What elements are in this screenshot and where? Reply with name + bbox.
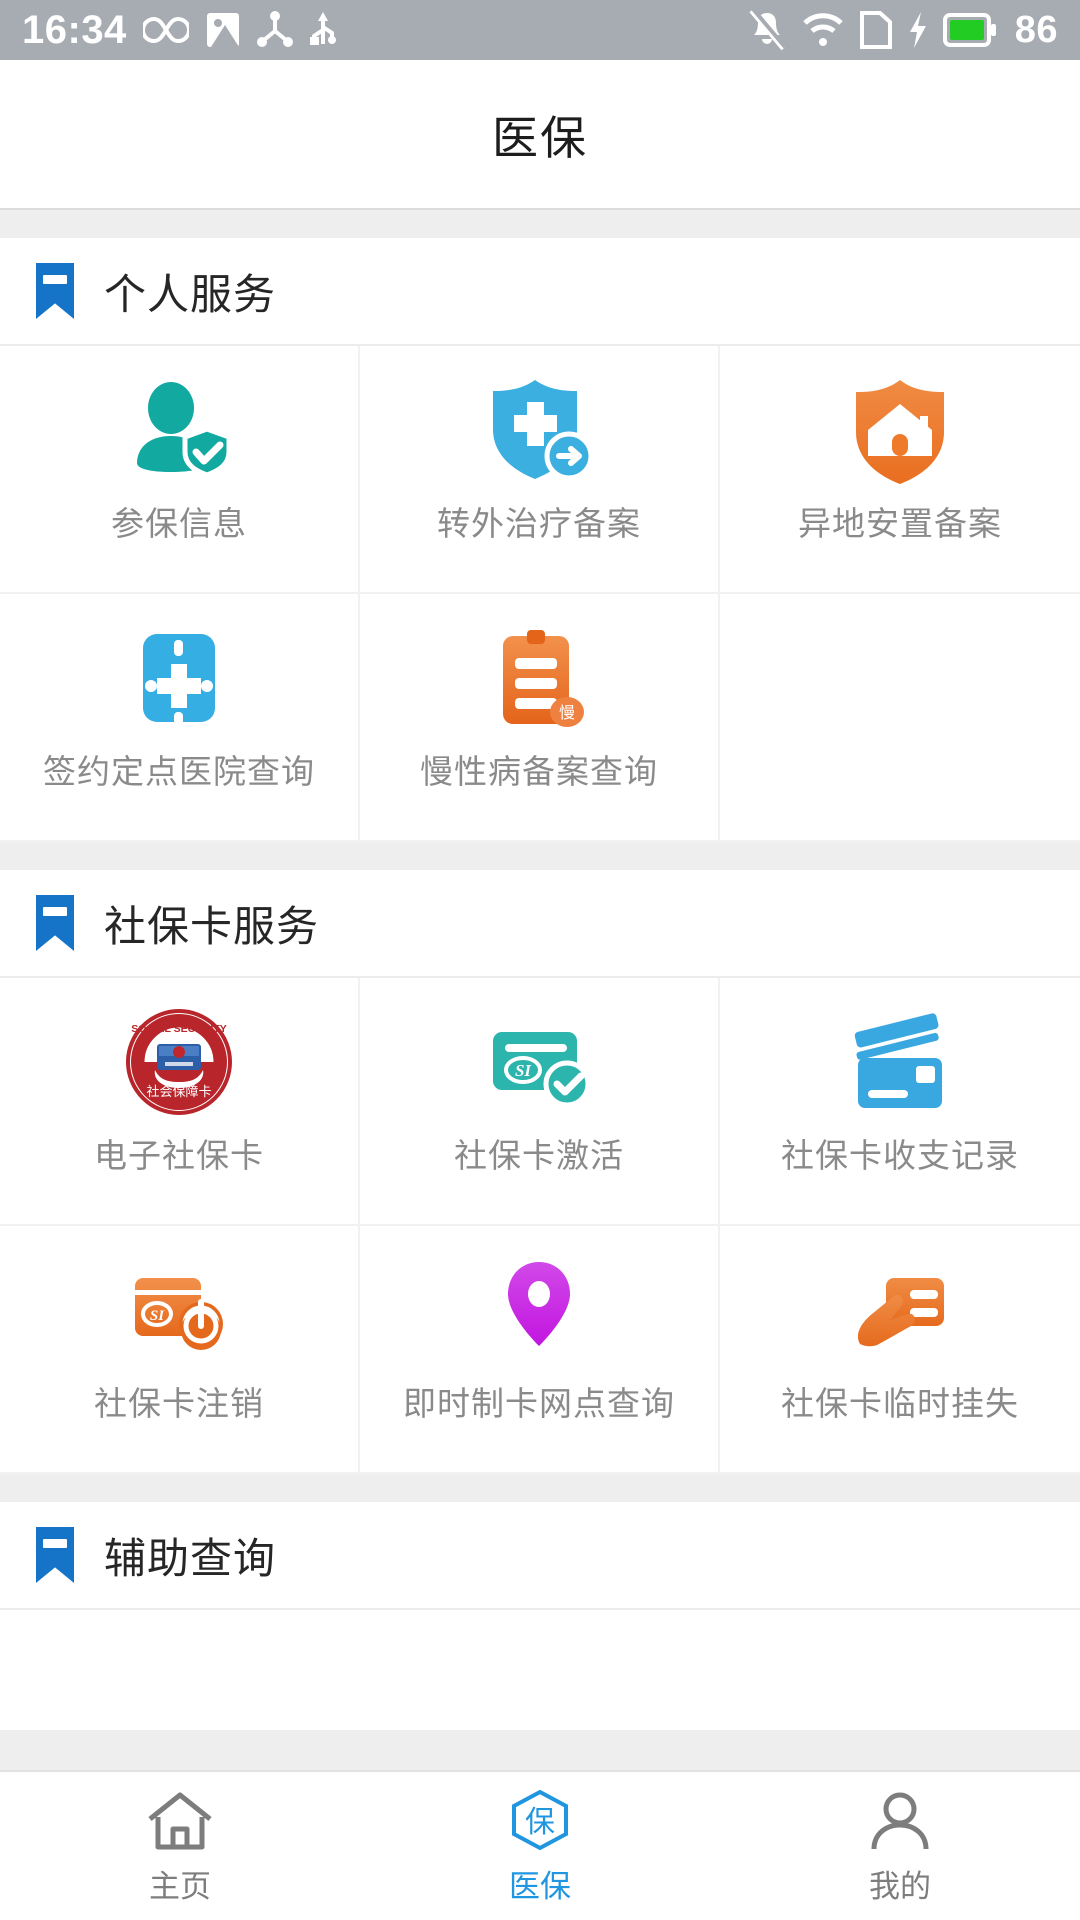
bell-muted-icon bbox=[747, 9, 787, 51]
charging-bolt-icon bbox=[907, 10, 929, 50]
grid-item-label: 转外治疗备案 bbox=[436, 505, 641, 542]
grid-item-label: 电子社保卡 bbox=[93, 1137, 264, 1174]
page-title: 医保 bbox=[492, 112, 588, 164]
infinity-icon bbox=[142, 13, 189, 47]
nav-item-label: 医保 bbox=[509, 1868, 571, 1904]
grid-item-chronic-disease-filing-query[interactable]: 慢 慢性病备案查询 bbox=[359, 594, 720, 842]
usb-icon bbox=[309, 10, 337, 50]
sd-card-icon bbox=[859, 10, 893, 50]
person-shield-check-icon bbox=[121, 372, 237, 488]
hand-hold-card-icon bbox=[842, 1252, 958, 1368]
nav-item-home[interactable]: 主页 bbox=[0, 1787, 360, 1906]
chronic-badge-text: 慢 bbox=[559, 703, 575, 722]
shield-house-icon bbox=[842, 372, 958, 488]
nav-item-label: 我的 bbox=[869, 1868, 931, 1904]
grid-auxiliary-query bbox=[0, 1610, 1080, 1730]
status-bar: 16:34 86 bbox=[0, 0, 1080, 60]
grid-personal-services: 参保信息 转外治疗备案 异地安置备案 签约定点医院查询 慢 慢性病备案查询 bbox=[0, 346, 1080, 842]
status-bar-right: 86 bbox=[747, 9, 1058, 52]
section-title: 个人服务 bbox=[104, 270, 277, 318]
social-security-card-emblem-icon: SOCIAL SECURITY 社会保障卡 bbox=[121, 1004, 237, 1120]
nav-item-label: 主页 bbox=[149, 1868, 211, 1904]
status-bar-left: 16:34 bbox=[22, 8, 337, 53]
section-divider bbox=[0, 842, 1080, 870]
grid-item-label: 社保卡临时挂失 bbox=[780, 1385, 1019, 1422]
hexagon-bao-glyph: 保 bbox=[525, 1805, 555, 1840]
grid-item-instant-card-branch-query[interactable]: 即时制卡网点查询 bbox=[359, 1226, 720, 1474]
image-icon bbox=[205, 11, 241, 49]
grid-item-relocation-filing[interactable]: 异地安置备案 bbox=[719, 346, 1080, 594]
grid-item-label: 签约定点医院查询 bbox=[42, 753, 315, 790]
wifi-icon bbox=[801, 12, 845, 48]
grid-item-empty bbox=[719, 594, 1080, 842]
home-icon bbox=[144, 1787, 216, 1855]
grid-item-ss-card-temp-loss-report[interactable]: 社保卡临时挂失 bbox=[719, 1226, 1080, 1474]
emblem-top-text: SOCIAL SECURITY bbox=[131, 1023, 226, 1035]
grid-item-label: 参保信息 bbox=[110, 505, 247, 542]
person-icon bbox=[864, 1787, 936, 1855]
card-power-off-icon: SI bbox=[121, 1252, 237, 1368]
card-logo-text: SI bbox=[515, 1061, 532, 1080]
grid-item-electronic-ss-card[interactable]: SOCIAL SECURITY 社会保障卡 电子社保卡 bbox=[0, 978, 360, 1226]
title-bar: 医保 bbox=[0, 60, 1080, 210]
cards-stack-icon bbox=[842, 1004, 958, 1120]
page-scroll-area[interactable]: 个人服务 参保信息 转外治疗备案 异地安置备案 签约定点医院查询 慢 慢性病备案… bbox=[0, 210, 1080, 1770]
grid-item-ss-card-transactions[interactable]: 社保卡收支记录 bbox=[719, 978, 1080, 1226]
grid-ss-card-services: SOCIAL SECURITY 社会保障卡 电子社保卡 SI 社保卡激活 社保卡… bbox=[0, 978, 1080, 1474]
hexagon-bao-icon: 保 bbox=[504, 1787, 576, 1855]
grid-item-label: 社保卡收支记录 bbox=[780, 1137, 1019, 1174]
map-pin-icon bbox=[481, 1252, 597, 1368]
section-title: 辅助查询 bbox=[104, 1534, 277, 1582]
nav-item-profile[interactable]: 我的 bbox=[720, 1787, 1080, 1906]
grid-item-label: 慢性病备案查询 bbox=[419, 753, 658, 790]
ribbon-bookmark-icon bbox=[36, 263, 74, 319]
section-header-ss-card-services: 社保卡服务 bbox=[0, 870, 1080, 978]
grid-item-label: 即时制卡网点查询 bbox=[402, 1385, 675, 1422]
nav-item-medical-insurance[interactable]: 保 医保 bbox=[360, 1787, 720, 1906]
battery-icon bbox=[942, 12, 997, 48]
section-divider bbox=[0, 1474, 1080, 1502]
hospital-cross-card-icon bbox=[121, 620, 237, 736]
emblem-bottom-text: 社会保障卡 bbox=[146, 1084, 211, 1100]
ribbon-bookmark-icon bbox=[36, 895, 74, 951]
card-logo-text: SI bbox=[150, 1308, 165, 1324]
section-header-personal-services: 个人服务 bbox=[0, 238, 1080, 346]
grid-item-ss-card-activation[interactable]: SI 社保卡激活 bbox=[359, 978, 720, 1226]
battery-percent: 86 bbox=[1014, 8, 1058, 51]
card-si-check-icon: SI bbox=[481, 1004, 597, 1120]
section-title: 社保卡服务 bbox=[104, 902, 320, 950]
grid-item-insurance-info[interactable]: 参保信息 bbox=[0, 346, 360, 594]
grid-item-external-treatment-filing[interactable]: 转外治疗备案 bbox=[359, 346, 720, 594]
grid-item-designated-hospital-query[interactable]: 签约定点医院查询 bbox=[0, 594, 360, 842]
share-nodes-icon bbox=[256, 11, 293, 49]
grid-item-label: 社保卡注销 bbox=[93, 1385, 264, 1422]
bottom-navigation-bar: 主页 保 医保 我的 bbox=[0, 1770, 1080, 1920]
grid-item-ss-card-cancellation[interactable]: SI 社保卡注销 bbox=[0, 1226, 360, 1474]
grid-item-label: 社保卡激活 bbox=[453, 1137, 624, 1174]
section-divider bbox=[0, 210, 1080, 238]
ribbon-bookmark-icon bbox=[36, 1527, 74, 1583]
shield-cross-arrow-icon bbox=[481, 372, 597, 488]
clipboard-chronic-icon: 慢 bbox=[481, 620, 597, 736]
status-bar-clock: 16:34 bbox=[22, 7, 127, 52]
section-header-auxiliary-query: 辅助查询 bbox=[0, 1502, 1080, 1610]
grid-item-label: 异地安置备案 bbox=[797, 505, 1002, 542]
